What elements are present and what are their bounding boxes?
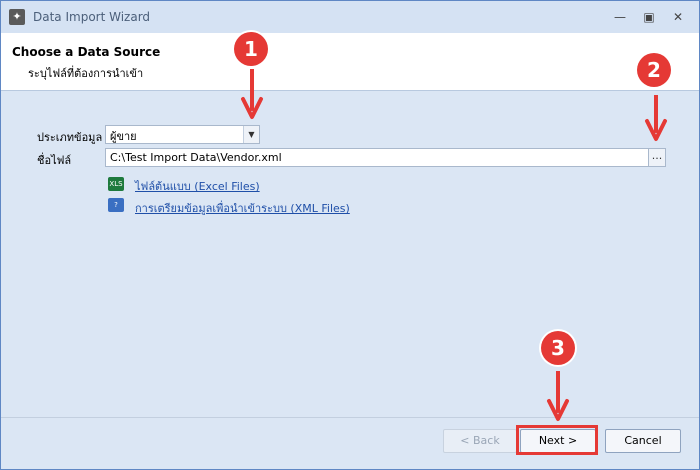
- footer-divider: [1, 417, 699, 418]
- minimize-button[interactable]: —: [607, 7, 633, 27]
- next-button-highlight: [516, 425, 598, 455]
- data-type-dropdown[interactable]: ผู้ขาย ▼: [105, 125, 260, 144]
- maximize-button[interactable]: ▣: [636, 7, 662, 27]
- cancel-button[interactable]: Cancel: [605, 429, 681, 453]
- file-name-label: ชื่อไฟล์: [37, 154, 72, 167]
- data-type-label: ประเภทข้อมูล: [37, 131, 103, 144]
- data-type-value: ผู้ขาย: [110, 130, 137, 143]
- arrow-down-icon: [645, 95, 667, 141]
- chevron-down-icon[interactable]: ▼: [243, 126, 259, 143]
- window-title: Data Import Wizard: [33, 10, 151, 24]
- page-title: Choose a Data Source: [12, 45, 161, 59]
- step-badge-3: 3: [541, 331, 575, 365]
- back-button[interactable]: < Back: [443, 429, 517, 453]
- wizard-app-icon: ✦: [9, 9, 25, 25]
- page-subtitle: ระบุไฟล์ที่ต้องการนำเข้า: [28, 67, 144, 80]
- wizard-header: Choose a Data Source ระบุไฟล์ที่ต้องการน…: [1, 33, 699, 91]
- file-path-input[interactable]: [105, 148, 654, 167]
- title-bar: ✦ Data Import Wizard — ▣ ✕: [1, 1, 699, 33]
- excel-file-icon: XLS: [108, 177, 124, 191]
- close-button[interactable]: ✕: [665, 7, 691, 27]
- step-badge-2: 2: [637, 53, 671, 87]
- step-badge-1: 1: [234, 32, 268, 66]
- excel-template-link[interactable]: ไฟล์ต้นแบบ (Excel Files): [135, 177, 260, 195]
- help-document-icon: ?: [108, 198, 124, 212]
- browse-button[interactable]: ...: [648, 148, 666, 167]
- xml-guide-link[interactable]: การเตรียมข้อมูลเพื่อนำเข้าระบบ (XML File…: [135, 199, 350, 217]
- arrow-down-icon: [241, 69, 263, 119]
- wizard-window: ✦ Data Import Wizard — ▣ ✕ Choose a Data…: [0, 0, 700, 470]
- arrow-down-icon: [547, 371, 569, 421]
